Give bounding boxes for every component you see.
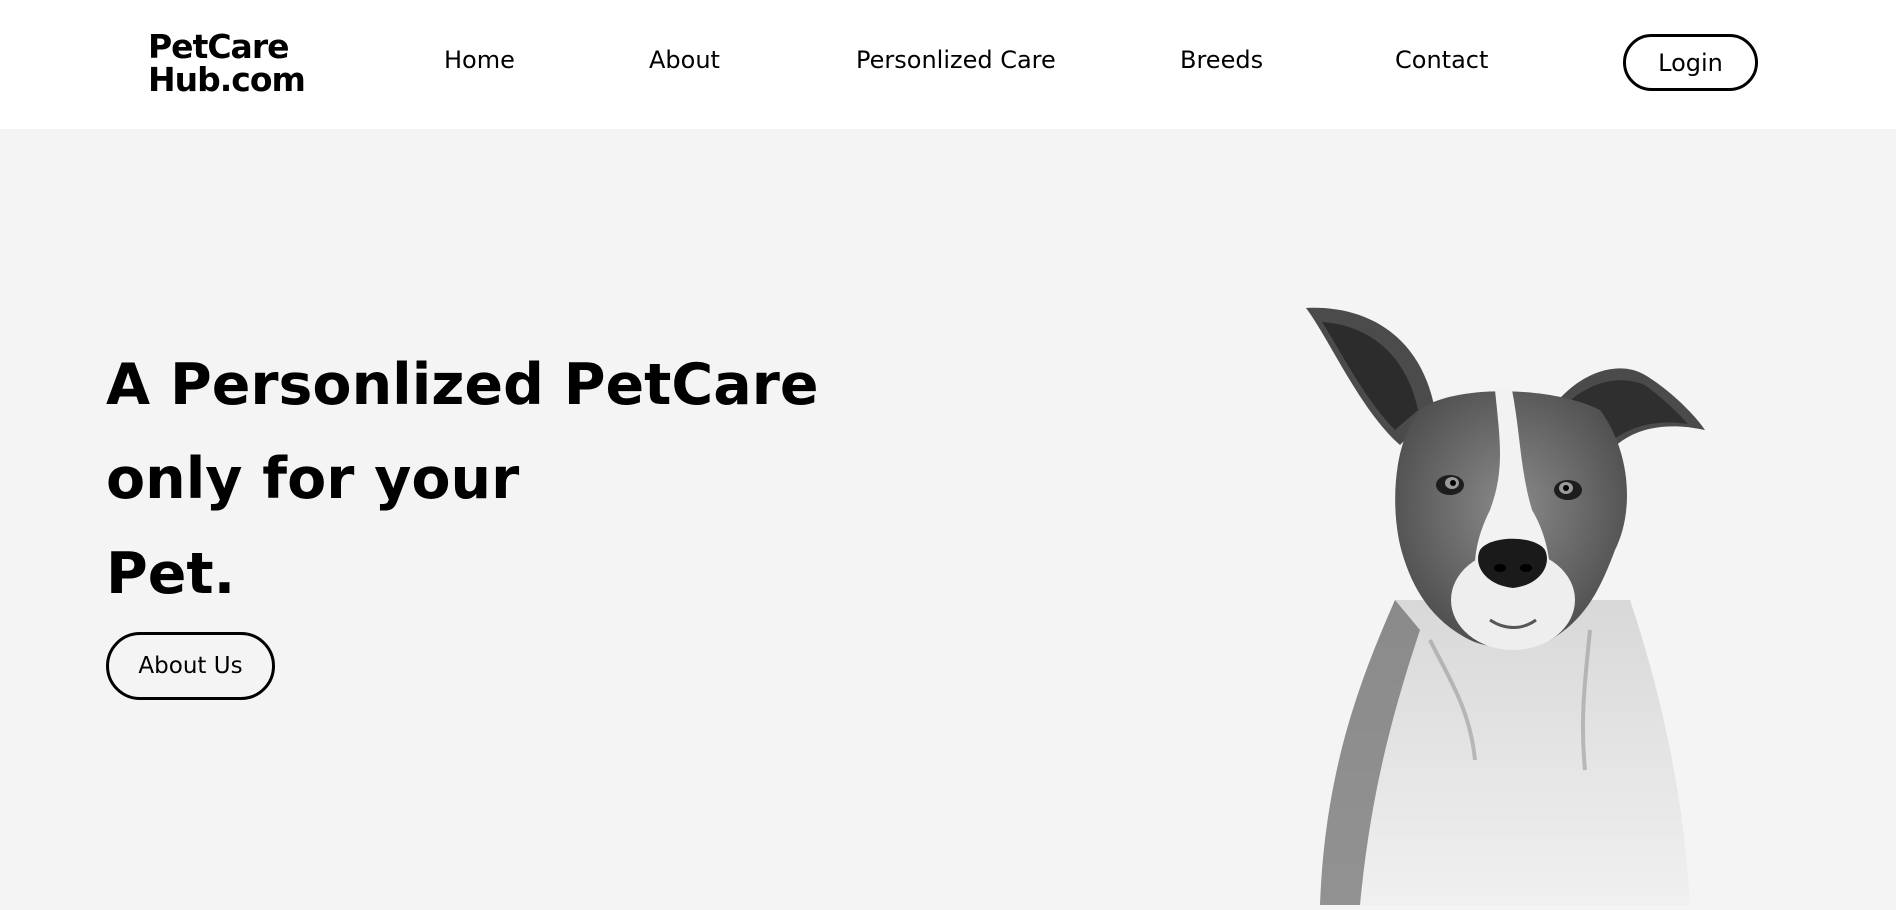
- logo-line-1: PetCare: [148, 27, 289, 66]
- dog-portrait-image: [1306, 307, 1705, 905]
- nav-home[interactable]: Home: [444, 46, 515, 74]
- nav-personlized-care[interactable]: Personlized Care: [856, 46, 1056, 74]
- nav-contact[interactable]: Contact: [1395, 46, 1488, 74]
- login-button[interactable]: Login: [1623, 34, 1758, 91]
- site-logo[interactable]: PetCare Hub.com: [148, 27, 306, 99]
- nav-breeds[interactable]: Breeds: [1180, 46, 1263, 74]
- hero-title-line-2: only for your: [106, 446, 520, 512]
- hero-title-line-1: A Personlized PetCare: [106, 352, 819, 418]
- about-us-button[interactable]: About Us: [106, 632, 275, 700]
- site-header: PetCare Hub.com Home About Personlized C…: [0, 0, 1896, 129]
- nav-about[interactable]: About: [649, 46, 720, 74]
- logo-line-2: Hub.com: [148, 60, 306, 99]
- hero-title-line-3: Pet.: [106, 541, 236, 607]
